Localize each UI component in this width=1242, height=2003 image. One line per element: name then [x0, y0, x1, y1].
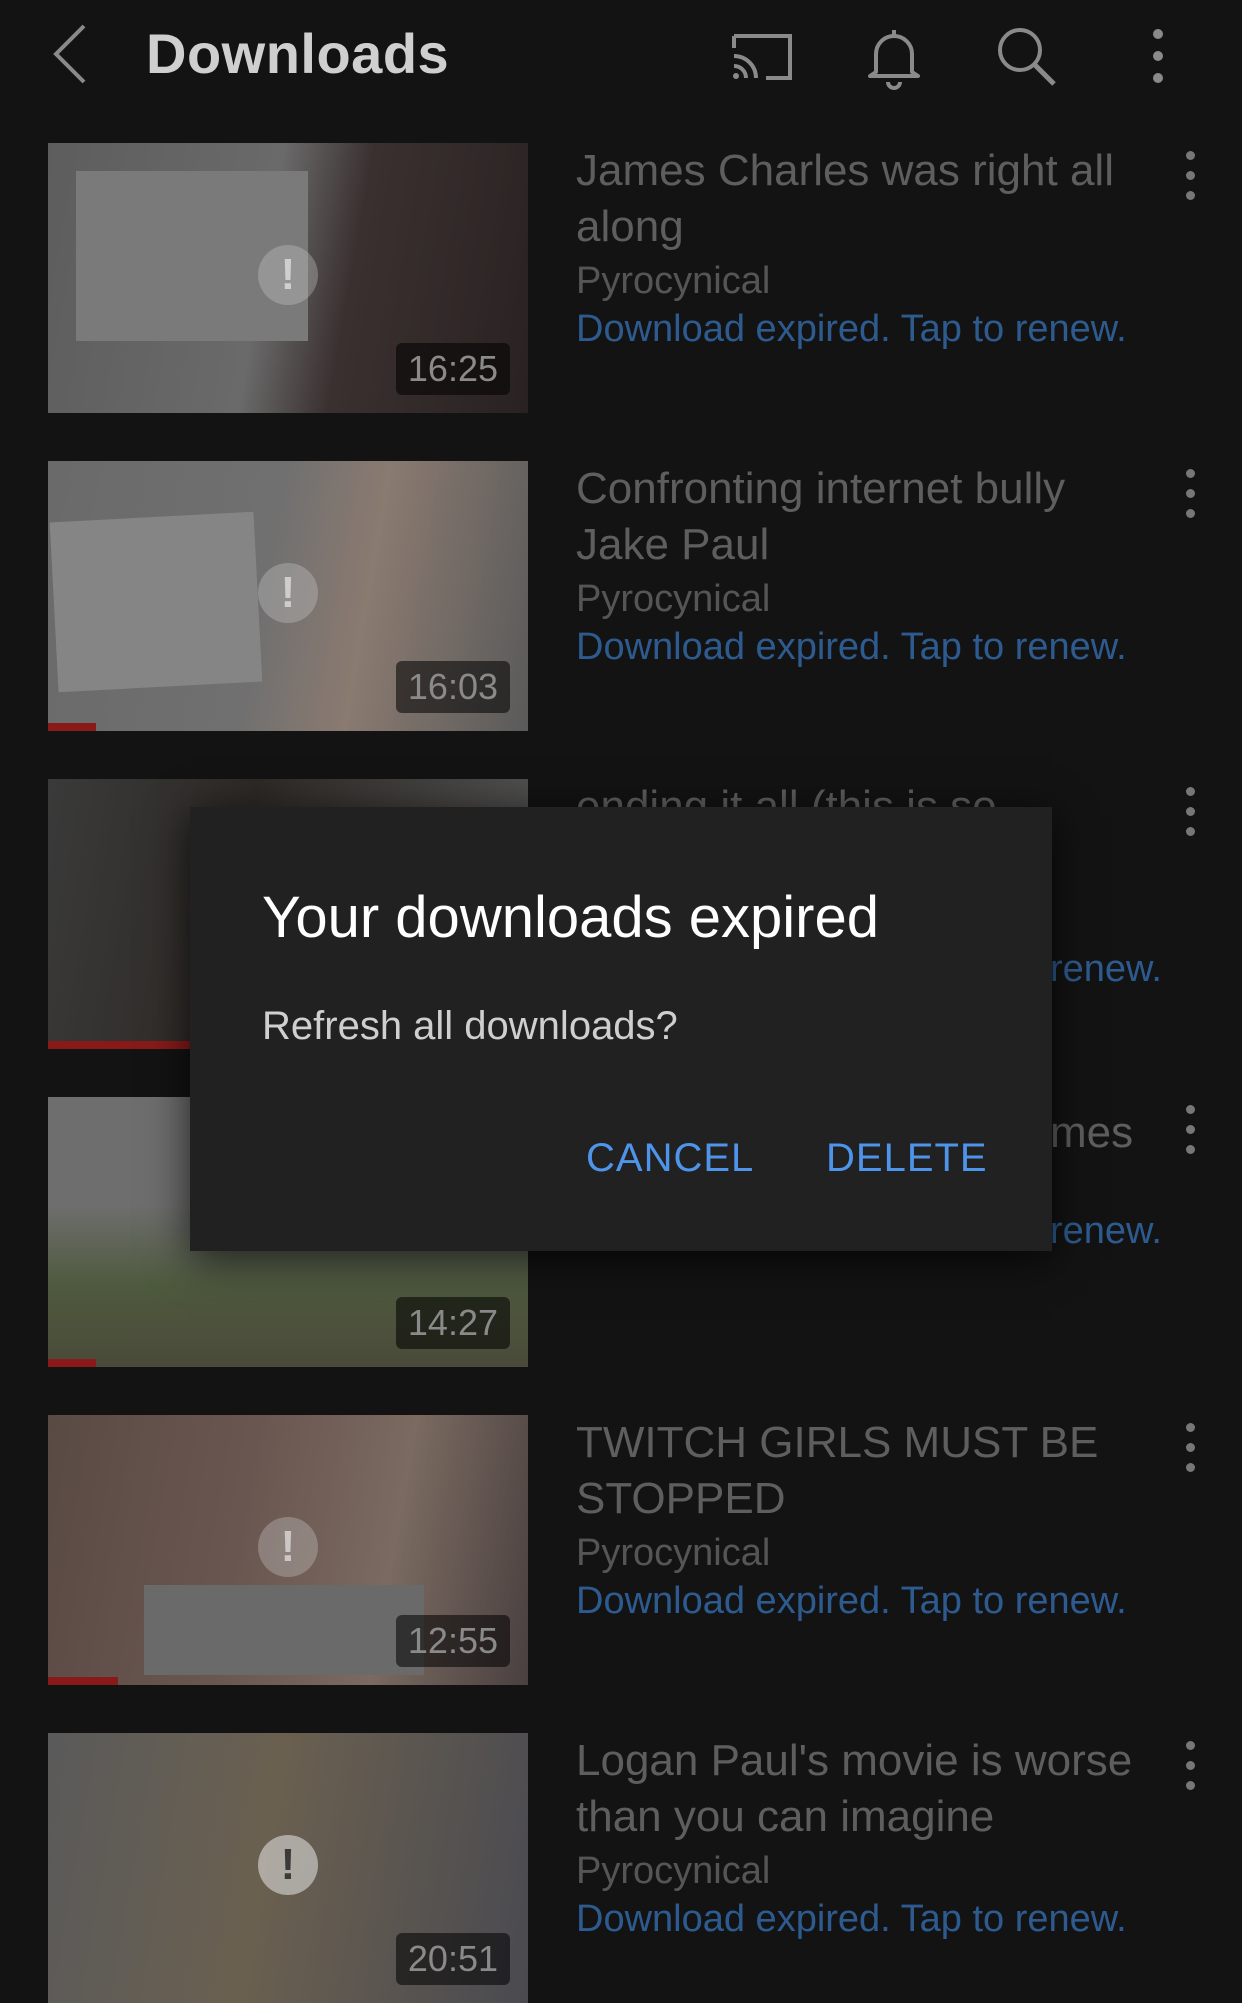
more-vert-icon[interactable] [1178, 787, 1202, 847]
more-vert-icon[interactable] [1124, 22, 1192, 90]
channel-name: Pyrocynical [576, 578, 771, 620]
video-info: Confronting internet bully Jake Paul Pyr… [576, 461, 1156, 671]
warning-icon: ! [258, 563, 318, 623]
download-status-link[interactable]: Download expired. Tap to renew. [576, 305, 1156, 353]
search-icon[interactable] [992, 22, 1060, 90]
more-vert-icon[interactable] [1178, 469, 1202, 529]
video-thumbnail[interactable]: ! 16:03 [48, 461, 528, 731]
dialog-title: Your downloads expired [262, 885, 879, 950]
video-thumbnail[interactable]: ! 12:55 [48, 1415, 528, 1685]
video-duration: 20:51 [395, 1933, 510, 1985]
video-list-item[interactable]: ! 16:25 James Charles was right all alon… [0, 143, 1242, 413]
video-info: TWITCH GIRLS MUST BE STOPPED Pyrocynical… [576, 1415, 1156, 1625]
warning-icon: ! [258, 1517, 318, 1577]
more-vert-icon[interactable] [1178, 151, 1202, 211]
video-duration: 12:55 [395, 1615, 510, 1667]
video-title: James Charles was right all along [576, 146, 1114, 251]
delete-button[interactable]: DELETE [826, 1133, 988, 1183]
more-vert-icon[interactable] [1178, 1105, 1202, 1165]
cancel-button[interactable]: CANCEL [586, 1133, 754, 1183]
downloads-expired-dialog: Your downloads expired Refresh all downl… [190, 807, 1052, 1251]
channel-name: Pyrocynical [576, 1850, 771, 1892]
download-status-link[interactable]: Download expired. Tap to renew. [576, 623, 1156, 671]
warning-icon: ! [258, 245, 318, 305]
bell-icon[interactable] [860, 22, 928, 90]
video-thumbnail[interactable]: ! 20:51 [48, 1733, 528, 2003]
more-vert-icon[interactable] [1178, 1423, 1202, 1483]
warning-icon: ! [258, 1835, 318, 1895]
download-status-link[interactable]: Download expired. Tap to renew. [576, 1895, 1156, 1943]
download-status-link[interactable]: renew. [1050, 1207, 1242, 1255]
channel-name: Pyrocynical [576, 260, 771, 302]
video-thumbnail[interactable]: ! 16:25 [48, 143, 528, 413]
video-title: mes [1050, 1108, 1134, 1157]
video-list-item[interactable]: ! 20:51 Logan Paul's movie is worse than… [0, 1733, 1242, 2003]
video-list-item[interactable]: ! 16:03 Confronting internet bully Jake … [0, 461, 1242, 731]
watch-progress-bar [48, 1677, 118, 1685]
video-title: Confronting internet bully Jake Paul [576, 464, 1066, 569]
top-app-bar: Downloads [0, 0, 1242, 112]
download-status-link[interactable]: renew. [1050, 945, 1242, 993]
video-duration: 14:27 [395, 1297, 510, 1349]
video-title: Logan Paul's movie is worse than you can… [576, 1736, 1133, 1841]
video-duration: 16:03 [395, 661, 510, 713]
video-info: Logan Paul's movie is worse than you can… [576, 1733, 1156, 1943]
watch-progress-bar [48, 723, 96, 731]
more-vert-icon[interactable] [1178, 1741, 1202, 1801]
page-title: Downloads [146, 22, 450, 85]
channel-name: Pyrocynical [576, 1532, 771, 1574]
video-title: TWITCH GIRLS MUST BE STOPPED [576, 1418, 1099, 1523]
back-icon[interactable] [48, 22, 92, 86]
download-status-link[interactable]: Download expired. Tap to renew. [576, 1577, 1156, 1625]
watch-progress-bar [48, 1359, 96, 1367]
thumbnail-screenshot-card [144, 1585, 424, 1675]
watch-progress-bar [48, 1041, 198, 1049]
dialog-message: Refresh all downloads? [262, 1004, 678, 1048]
video-duration: 16:25 [395, 343, 510, 395]
video-list-item[interactable]: ! 12:55 TWITCH GIRLS MUST BE STOPPED Pyr… [0, 1415, 1242, 1685]
cast-icon[interactable] [728, 22, 796, 90]
thumbnail-screenshot-card [49, 511, 263, 693]
video-info: James Charles was right all along Pyrocy… [576, 143, 1156, 353]
